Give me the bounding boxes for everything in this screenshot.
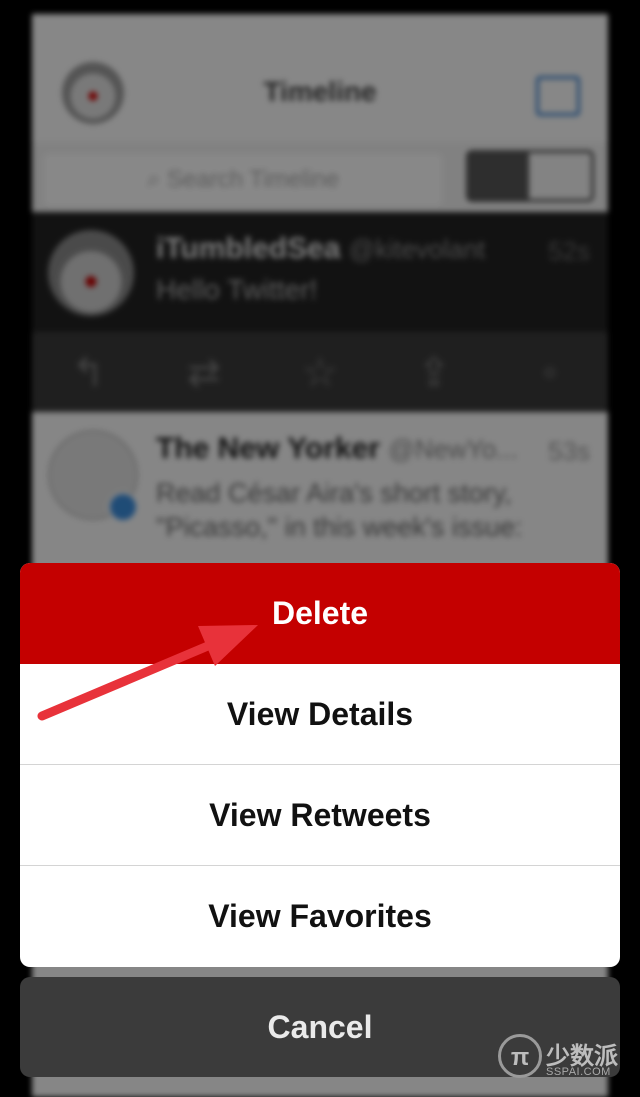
tweet-author: The New Yorker	[156, 432, 380, 465]
share-icon[interactable]: ⇪	[404, 350, 464, 396]
view-favorites-button[interactable]: View Favorites	[20, 866, 620, 967]
view-details-button[interactable]: View Details	[20, 664, 620, 765]
action-sheet: Delete View Details View Retweets View F…	[20, 563, 620, 967]
pi-logo-icon: π	[498, 1034, 542, 1078]
reply-icon[interactable]: ↰	[58, 350, 118, 396]
view-retweets-button[interactable]: View Retweets	[20, 765, 620, 866]
search-input[interactable]: ⌕ Search Timeline	[44, 154, 442, 206]
more-icon[interactable]: ◦	[520, 350, 580, 395]
search-placeholder: Search Timeline	[167, 166, 340, 193]
tweet-text: Read César Aira's short story, "Picasso,…	[156, 478, 523, 542]
favorite-icon[interactable]: ☆	[290, 350, 350, 396]
view-mode-selected	[469, 153, 529, 199]
verified-icon	[108, 492, 138, 522]
watermark-en-text: SSPAI.COM	[546, 1066, 611, 1078]
tweet-handle: @kitevolant	[348, 234, 486, 264]
nav-bar: Timeline	[32, 14, 608, 142]
tweet-author: iTumbledSea	[156, 232, 341, 265]
avatar[interactable]	[48, 230, 134, 316]
watermark-logo: π 少数派 SSPAI.COM	[498, 1034, 628, 1084]
retweet-icon[interactable]: ⇄	[174, 350, 234, 396]
compose-icon[interactable]	[536, 76, 580, 116]
tweet-time: 53s	[548, 436, 590, 466]
search-icon: ⌕	[146, 166, 168, 193]
page-title: Timeline	[263, 76, 377, 107]
tweet-actions-bar: ↰ ⇄ ☆ ⇪ ◦	[32, 332, 608, 412]
tweet-row[interactable]: iTumbledSea @kitevolant 52s Hello Twitte…	[32, 212, 608, 332]
delete-button[interactable]: Delete	[20, 563, 620, 664]
tweet-text: Hello Twitter!	[156, 274, 318, 305]
view-mode-toggle[interactable]	[466, 150, 594, 202]
tweet-time: 52s	[548, 236, 590, 266]
tweet-handle: @NewYo...	[388, 434, 518, 464]
